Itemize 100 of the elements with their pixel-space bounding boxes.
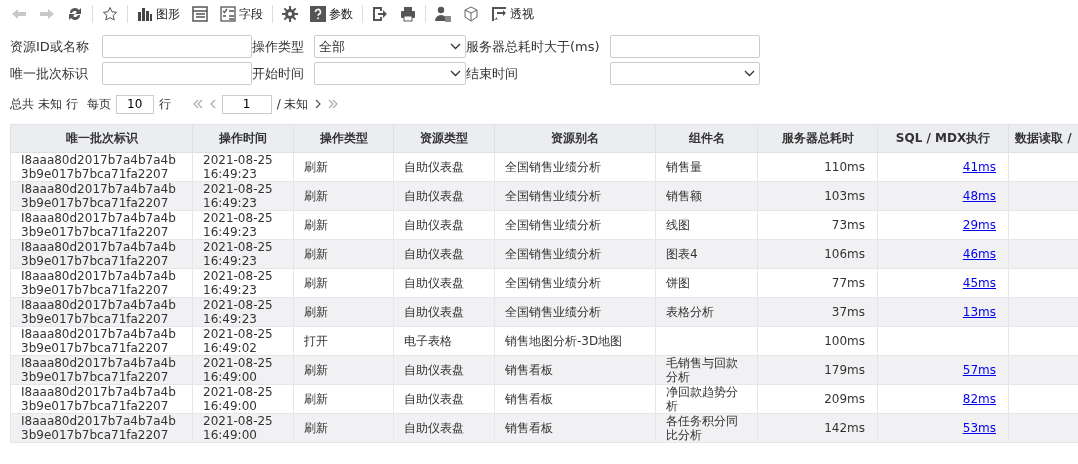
table-cell: 自助仪表盘 bbox=[393, 210, 495, 240]
table-cell: 自助仪表盘 bbox=[393, 355, 495, 385]
table-cell: 110ms bbox=[757, 152, 878, 182]
help-icon bbox=[310, 6, 326, 22]
input-field[interactable] bbox=[610, 35, 760, 58]
table-cell: 表格分析 bbox=[655, 297, 758, 327]
back-arrow-icon bbox=[11, 6, 27, 22]
column-header[interactable]: 操作类型 bbox=[293, 124, 394, 153]
chevron-down-icon bbox=[450, 43, 461, 50]
table-cell: 饼图 bbox=[655, 268, 758, 298]
column-header[interactable]: 唯一批次标识 bbox=[10, 124, 193, 153]
previous-page-icon[interactable] bbox=[208, 99, 217, 109]
table-cell: 销售看板 bbox=[494, 413, 656, 443]
printer-icon bbox=[400, 6, 416, 22]
table-cell: 自助仪表盘 bbox=[393, 413, 495, 443]
layout-icon bbox=[192, 6, 208, 22]
toolbar-button[interactable]: 参数 bbox=[305, 3, 358, 25]
table-cell: 打开 bbox=[293, 326, 394, 356]
column-header[interactable]: 资源类型 bbox=[393, 124, 495, 153]
time-link[interactable]: 57ms bbox=[962, 363, 996, 377]
rows-label: 行 bbox=[158, 95, 171, 113]
table-cell: 刷新 bbox=[293, 268, 394, 298]
table-cell: I8aaa80d2017b7a4b7a4b3b9e017b7bca71fa2207 bbox=[10, 152, 193, 182]
table-cell: I8aaa80d2017b7a4b7a4b3b9e017b7bca71fa2207 bbox=[10, 413, 193, 443]
table-cell: 净回款趋势分析 bbox=[655, 384, 758, 414]
settings-icon bbox=[282, 6, 298, 22]
filter-label: 唯一批次标识 bbox=[10, 64, 89, 83]
table-cell: 销售看板 bbox=[494, 355, 656, 385]
table-cell: 电子表格 bbox=[393, 326, 495, 356]
time-link[interactable]: 48ms bbox=[962, 189, 996, 203]
table-cell: 2021-08-25 16:49:00 bbox=[192, 413, 294, 443]
total-label: 总共 未知 行 bbox=[10, 95, 78, 113]
input-field[interactable] bbox=[102, 35, 252, 58]
table-cell: 2021-08-25 16:49:23 bbox=[192, 152, 294, 182]
dropdown-field[interactable] bbox=[314, 62, 466, 85]
table-cell: I8aaa80d2017b7a4b7a4b3b9e017b7bca71fa2207 bbox=[10, 355, 193, 385]
table-cell: I8aaa80d2017b7a4b7a4b3b9e017b7bca71fa2207 bbox=[10, 181, 193, 211]
export-icon bbox=[372, 6, 388, 22]
column-header[interactable]: SQL / MDX执行 bbox=[877, 124, 1009, 153]
table-cell: 2021-08-25 16:49:23 bbox=[192, 181, 294, 211]
time-link[interactable]: 29ms bbox=[962, 218, 996, 232]
dropdown-field[interactable] bbox=[610, 62, 760, 85]
table-cell: 2021-08-25 16:49:00 bbox=[192, 355, 294, 385]
refresh-icon bbox=[67, 6, 83, 22]
table-cell: 销售额 bbox=[655, 181, 758, 211]
table-cell: I8aaa80d2017b7a4b7a4b3b9e017b7bca71fa2207 bbox=[10, 268, 193, 298]
table-cell: 图表4 bbox=[655, 239, 758, 269]
toolbar-button[interactable]: 透视 bbox=[486, 3, 539, 25]
time-link[interactable]: 53ms bbox=[962, 421, 996, 435]
column-header[interactable]: 数据读取 / bbox=[1008, 124, 1078, 153]
table-cell: 自助仪表盘 bbox=[393, 268, 495, 298]
chevron-down-icon bbox=[744, 70, 755, 77]
first-page-icon[interactable] bbox=[191, 99, 204, 109]
table-cell: 2021-08-25 16:49:23 bbox=[192, 297, 294, 327]
column-header[interactable]: 操作时间 bbox=[192, 124, 294, 153]
toolbar-button[interactable]: 字段 bbox=[215, 3, 268, 25]
checklist-icon bbox=[220, 6, 236, 22]
filter-label: 操作类型 bbox=[252, 37, 305, 56]
time-link[interactable]: 41ms bbox=[962, 160, 996, 174]
table-cell: 自助仪表盘 bbox=[393, 297, 495, 327]
table-cell: 106ms bbox=[757, 239, 878, 269]
toolbar-button[interactable]: 图形 bbox=[132, 3, 185, 25]
table-cell: 自助仪表盘 bbox=[393, 152, 495, 182]
table-cell: 100ms bbox=[757, 326, 878, 356]
time-link[interactable]: 46ms bbox=[962, 247, 996, 261]
table-cell: 毛销售与回款分析 bbox=[655, 355, 758, 385]
column-header[interactable]: 服务器总耗时 bbox=[757, 124, 878, 153]
page-size-field[interactable]: 10 bbox=[115, 94, 154, 114]
table-cell: 自助仪表盘 bbox=[393, 239, 495, 269]
table-cell: 2021-08-25 16:49:02 bbox=[192, 326, 294, 356]
dropdown-value: 全部 bbox=[319, 37, 345, 56]
page-number-field[interactable]: 1 bbox=[221, 94, 272, 114]
table-cell: 2021-08-25 16:49:23 bbox=[192, 239, 294, 269]
user-icon bbox=[435, 6, 451, 22]
table-cell: I8aaa80d2017b7a4b7a4b3b9e017b7bca71fa2207 bbox=[10, 210, 193, 240]
page-count-label: / 未知 bbox=[276, 95, 309, 113]
column-header[interactable]: 组件名 bbox=[655, 124, 758, 153]
table-cell: 刷新 bbox=[293, 297, 394, 327]
cube-icon bbox=[463, 6, 479, 22]
table-cell: 全国销售业绩分析 bbox=[494, 268, 656, 298]
table-cell: I8aaa80d2017b7a4b7a4b3b9e017b7bca71fa2207 bbox=[10, 326, 193, 356]
time-link[interactable]: 45ms bbox=[962, 276, 996, 290]
column-header[interactable]: 资源别名 bbox=[494, 124, 656, 153]
table-cell: 刷新 bbox=[293, 355, 394, 385]
table-cell: 刷新 bbox=[293, 239, 394, 269]
dropdown-field[interactable]: 全部 bbox=[314, 35, 466, 58]
filter-label: 开始时间 bbox=[252, 64, 305, 83]
time-link[interactable]: 82ms bbox=[962, 392, 996, 406]
table-cell: 刷新 bbox=[293, 152, 394, 182]
filter-label: 结束时间 bbox=[466, 64, 519, 83]
next-page-icon[interactable] bbox=[313, 99, 322, 109]
table-cell: 各任务积分同比分析 bbox=[655, 413, 758, 443]
input-field[interactable] bbox=[102, 62, 252, 85]
pivot-icon bbox=[491, 6, 507, 22]
table-cell: 77ms bbox=[757, 268, 878, 298]
filter-label: 服务器总耗时大于(ms) bbox=[466, 37, 601, 56]
time-link[interactable]: 13ms bbox=[962, 305, 996, 319]
table-cell: 线图 bbox=[655, 210, 758, 240]
table-cell: 2021-08-25 16:49:23 bbox=[192, 210, 294, 240]
last-page-icon[interactable] bbox=[326, 99, 339, 109]
